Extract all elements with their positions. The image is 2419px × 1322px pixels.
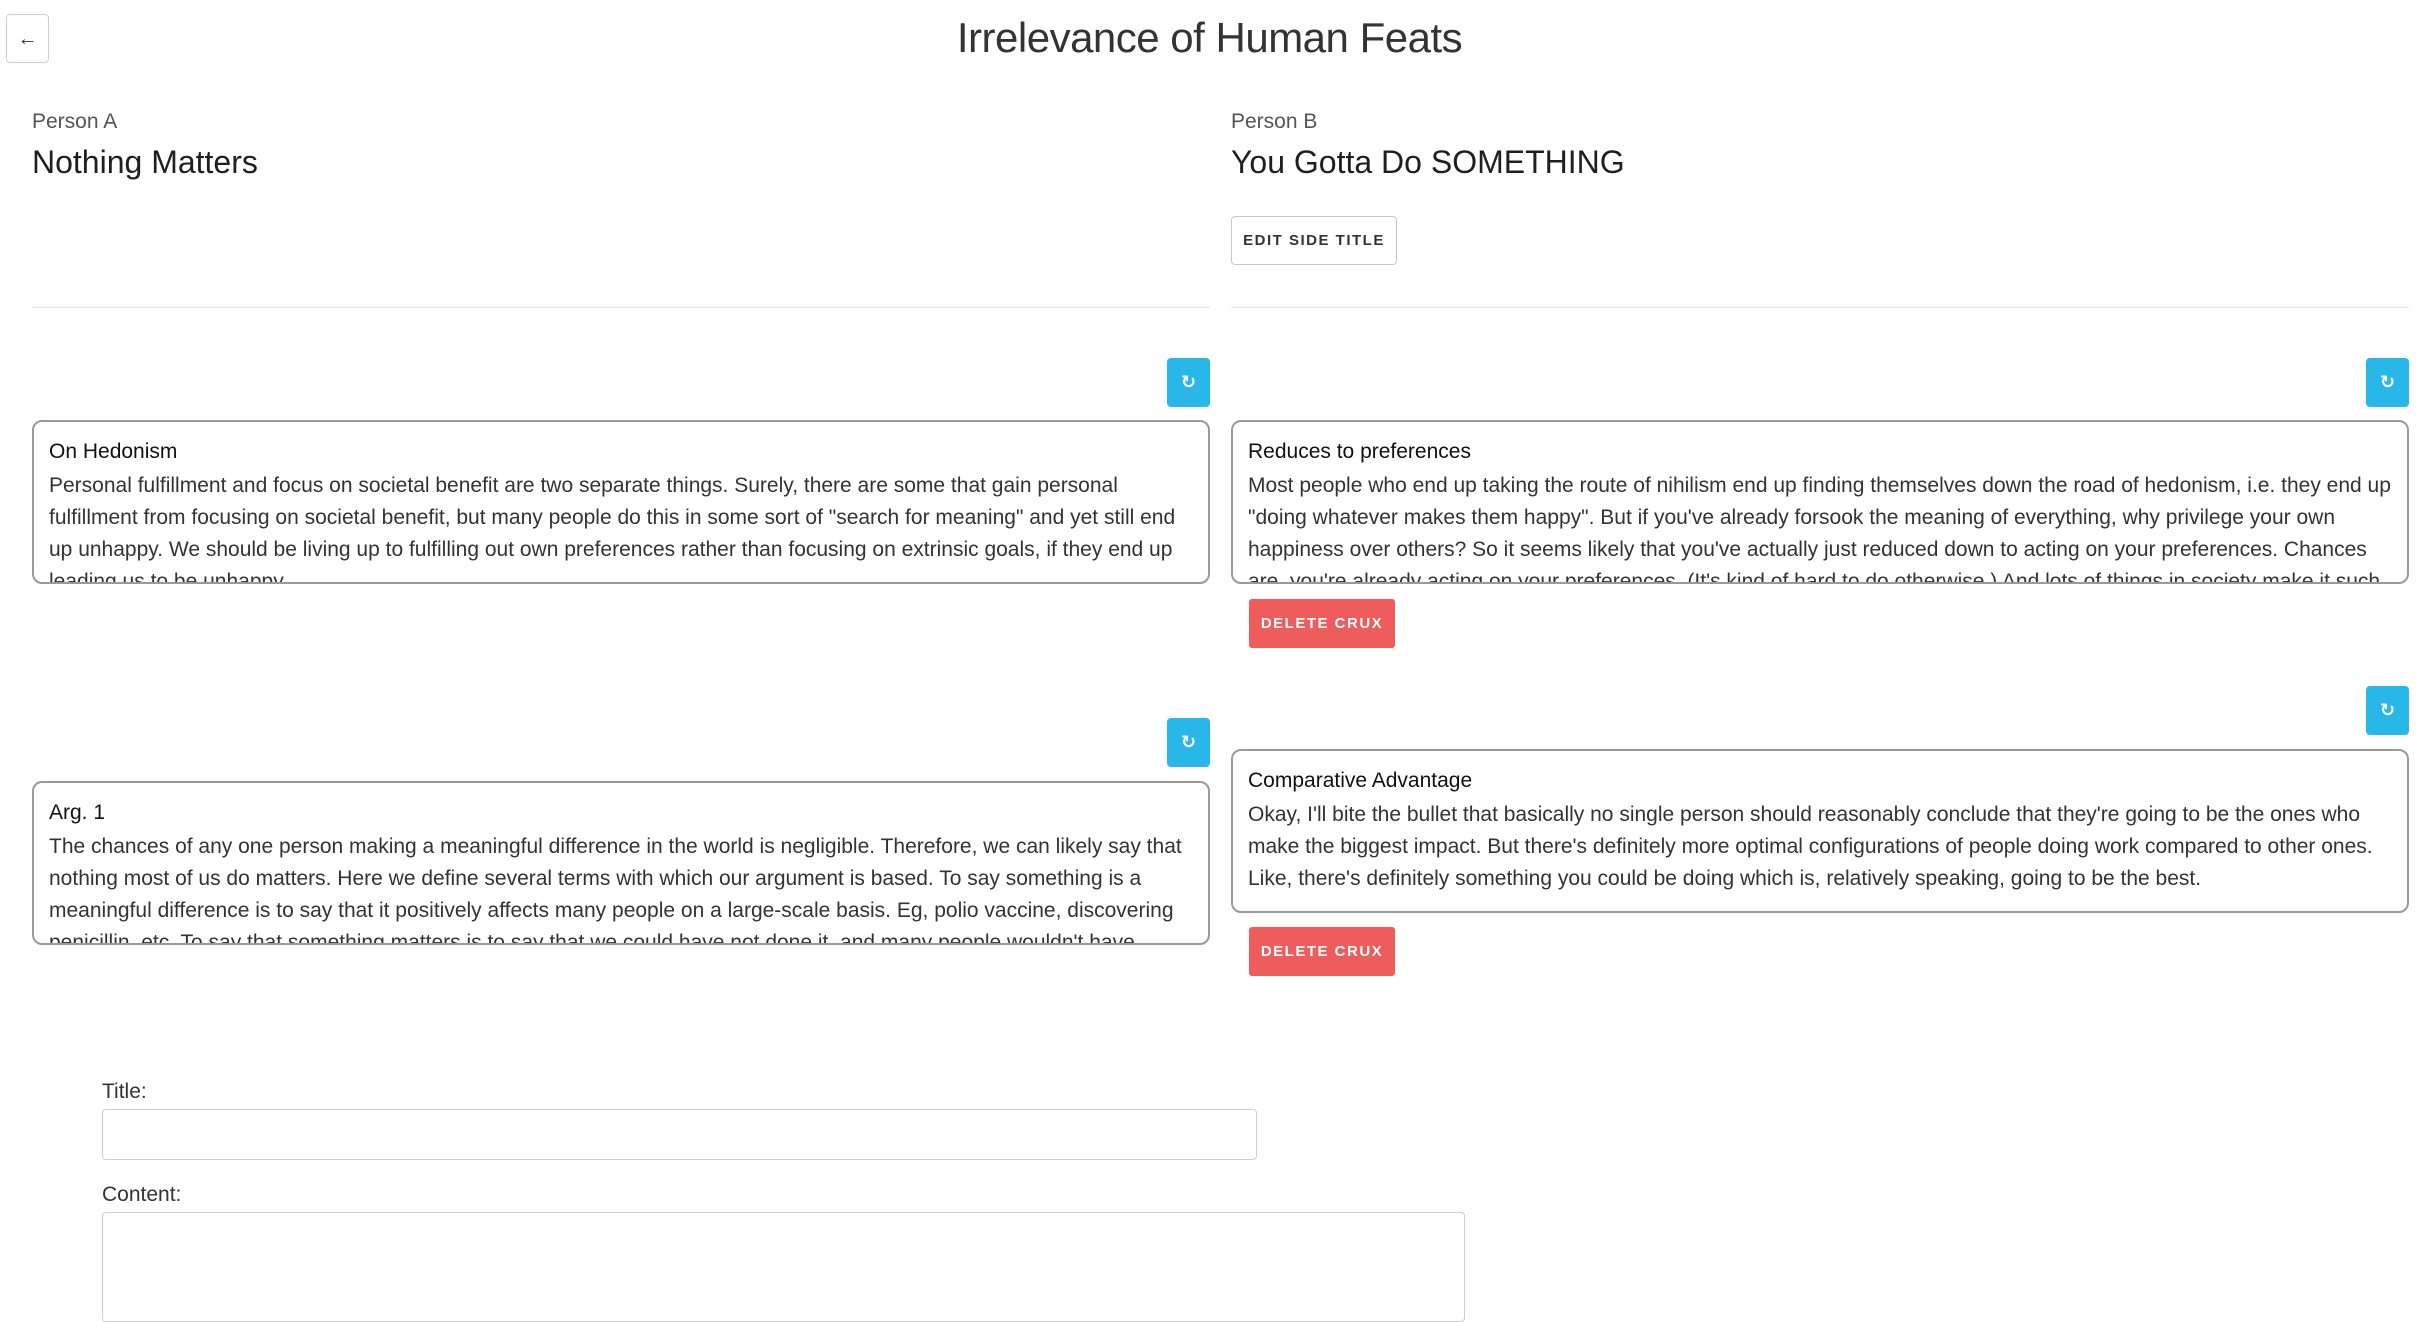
argument-card-on-hedonism[interactable]: On Hedonism Personal fulfillment and foc…: [32, 420, 1210, 584]
refresh-icon: ↻: [2379, 372, 2396, 392]
refresh-button[interactable]: ↻: [2366, 358, 2409, 407]
card-title: Arg. 1: [49, 801, 106, 824]
card-body: Personal fulfillment and focus on societ…: [49, 474, 1176, 584]
page-title: Irrelevance of Human Feats: [956, 14, 1463, 61]
argument-card-arg-1[interactable]: Arg. 1 The chances of any one person mak…: [32, 781, 1210, 945]
delete-crux-button[interactable]: DELETE CRUX: [1249, 927, 1395, 976]
card-title: Comparative Advantage: [1248, 769, 1473, 792]
side-b-divider: [1231, 307, 2409, 308]
title-label: Title:: [102, 1080, 147, 1103]
refresh-icon: ↻: [1180, 732, 1197, 752]
argument-card-reduces-to-preferences[interactable]: Reduces to preferences Most people who e…: [1231, 420, 2409, 584]
card-body: Most people who end up taking the route …: [1248, 474, 2391, 584]
delete-crux-button[interactable]: DELETE CRUX: [1249, 599, 1395, 648]
card-title: On Hedonism: [49, 440, 178, 463]
refresh-button[interactable]: ↻: [2366, 686, 2409, 735]
side-b-title: You Gotta Do SOMETHING: [1231, 144, 1625, 180]
refresh-icon: ↻: [1180, 372, 1197, 392]
card-title: Reduces to preferences: [1248, 440, 1471, 463]
side-a-label: Person A: [32, 110, 118, 133]
content-textarea[interactable]: [102, 1212, 1465, 1322]
argument-card-comparative-advantage[interactable]: Comparative Advantage Okay, I'll bite th…: [1231, 749, 2409, 913]
refresh-button[interactable]: ↻: [1167, 718, 1210, 767]
refresh-button[interactable]: ↻: [1167, 358, 1210, 407]
side-b-label: Person B: [1231, 110, 1318, 133]
title-input[interactable]: [102, 1109, 1257, 1160]
side-a-title: Nothing Matters: [32, 144, 258, 180]
card-body: The chances of any one person making a m…: [49, 835, 1182, 945]
refresh-icon: ↻: [2379, 700, 2396, 720]
content-label: Content:: [102, 1183, 182, 1206]
edit-side-title-button[interactable]: EDIT SIDE TITLE: [1231, 216, 1397, 265]
side-a-divider: [32, 307, 1210, 308]
card-body: Okay, I'll bite the bullet that basicall…: [1248, 803, 2373, 890]
